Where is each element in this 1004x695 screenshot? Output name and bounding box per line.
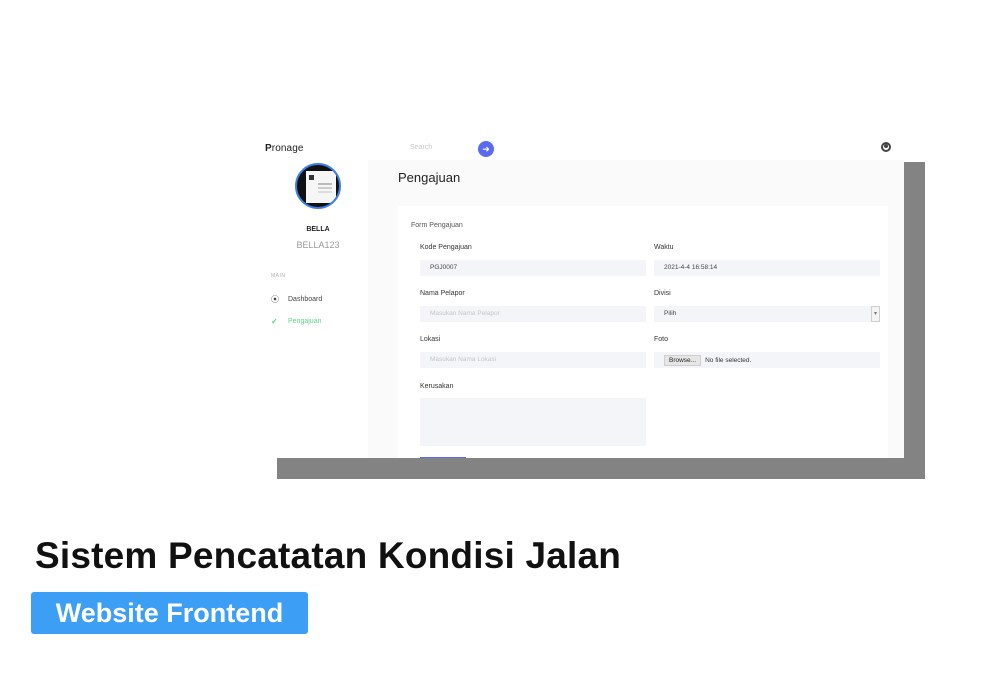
user-id: BELLA123 [296,240,340,250]
brand-logo[interactable]: Pronage [265,143,304,154]
kerusakan-textarea[interactable] [420,398,646,446]
caption-headline: Sistem Pencatatan Kondisi Jalan [35,535,622,576]
page-title: Pengajuan [398,170,461,185]
nama-pelapor-label: Nama Pelapor [420,290,465,297]
sidebar-item-pengajuan[interactable]: ✓ Pengajuan [271,317,321,326]
kode-pengajuan-field[interactable]: PGJ0007 [420,260,646,276]
submit-button[interactable] [420,457,466,458]
sidebar-item-label: Dashboard [288,296,323,303]
file-status: No file selected. [705,356,752,364]
form-title: Form Pengajuan [411,222,463,229]
kode-pengajuan-label: Kode Pengajuan [420,244,472,251]
search-button[interactable]: ➜ [478,141,494,157]
user-name: BELLA [306,226,330,233]
nav-section-label: MAIN [271,273,286,279]
kerusakan-label: Kerusakan [420,383,454,390]
search-input[interactable]: Search [410,144,432,151]
divisi-label: Divisi [654,290,671,297]
foto-file-input[interactable]: Browse... No file selected. [654,352,880,368]
app-window: Pronage BELLA BELLA123 MAIN ⦿ Dashboard … [258,138,904,458]
caption-badge: Website Frontend [31,592,308,634]
sidebar-item-dashboard[interactable]: ⦿ Dashboard [271,294,322,305]
sidebar: Pronage BELLA BELLA123 MAIN ⦿ Dashboard … [258,138,368,458]
arrow-right-icon: ➜ [482,144,490,154]
divisi-selected-value: Pilih [664,310,677,317]
dashboard-icon: ⦿ [271,295,279,304]
foto-label: Foto [654,336,669,343]
waktu-field[interactable]: 2021-4-4 16:58:14 [654,260,880,276]
divisi-select[interactable]: Pilih ▾ [654,306,880,322]
browse-button[interactable]: Browse... [664,354,702,366]
user-circle-icon[interactable] [881,142,891,152]
sidebar-item-label: Pengajuan [288,318,322,325]
waktu-label: Waktu [654,244,674,251]
lokasi-input[interactable]: Masukan Nama Lokasi [420,352,646,368]
main-content: Search ➜ Pengajuan Form Pengajuan Kode P… [368,138,904,458]
nama-pelapor-input[interactable]: Masukan Nama Pelapor [420,306,646,322]
check-icon: ✓ [271,317,278,326]
avatar [295,163,341,209]
form-card: Form Pengajuan Kode Pengajuan PGJ0007 Wa… [398,206,888,458]
chevron-down-icon[interactable]: ▾ [871,306,880,322]
lokasi-label: Lokasi [420,336,441,343]
topbar: Search ➜ [368,138,904,160]
